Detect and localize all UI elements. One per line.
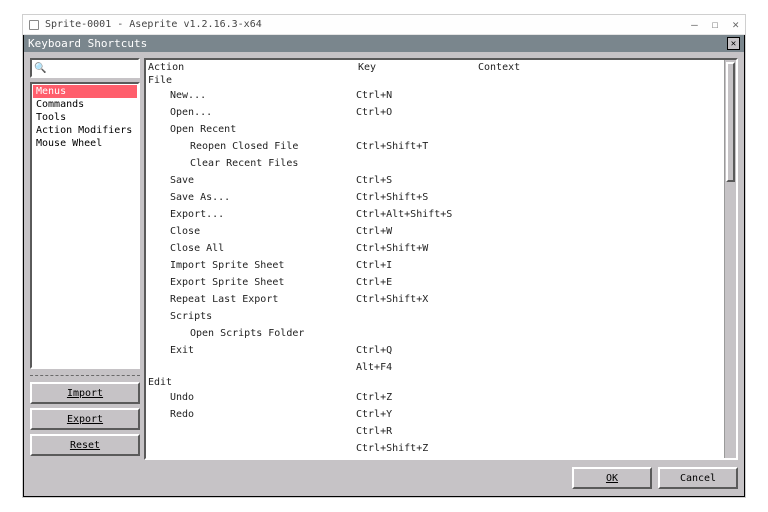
shortcut-row[interactable]: Scripts [146, 308, 724, 325]
import-button[interactable]: Import [30, 382, 140, 404]
app-body: Keyboard Shortcuts ✕ 🔍 MenusCommandsTool… [23, 35, 745, 497]
dialog-content: 🔍 MenusCommandsToolsAction ModifiersMous… [24, 52, 744, 496]
shortcut-row[interactable]: Export Sprite SheetCtrl+E [146, 274, 724, 291]
left-column: 🔍 MenusCommandsToolsAction ModifiersMous… [30, 58, 140, 460]
cancel-button[interactable]: Cancel [658, 467, 738, 489]
shortcut-row[interactable]: Ctrl+Shift+Z [146, 440, 724, 457]
shortcut-row[interactable]: SaveCtrl+S [146, 172, 724, 189]
right-column: Action Key Context FileNew...Ctrl+NOpen.… [144, 58, 738, 460]
os-close-button[interactable]: ✕ [732, 18, 739, 31]
shortcut-row[interactable]: Repeat Last ExportCtrl+Shift+X [146, 291, 724, 308]
shortcut-row[interactable]: Export...Ctrl+Alt+Shift+S [146, 206, 724, 223]
dialog-footer: OK Cancel [30, 460, 738, 490]
shortcut-row[interactable]: RedoCtrl+Y [146, 406, 724, 423]
shortcut-row[interactable]: Open...Ctrl+O [146, 104, 724, 121]
shortcut-row[interactable]: Reopen Closed FileCtrl+Shift+T [146, 138, 724, 155]
os-titlebar: Sprite-0001 - Aseprite v1.2.16.3-x64 — ☐… [23, 15, 745, 35]
dialog-title: Keyboard Shortcuts [28, 37, 147, 50]
close-icon: ✕ [731, 39, 736, 49]
shortcut-row[interactable]: UndoCtrl+Z [146, 389, 724, 406]
category-item[interactable]: Action Modifiers [33, 124, 137, 137]
scrollbar-thumb[interactable] [726, 62, 735, 182]
category-item[interactable]: Mouse Wheel [33, 137, 137, 150]
divider [30, 375, 140, 376]
col-context: Context [478, 62, 724, 73]
minimize-button[interactable]: — [691, 18, 698, 31]
ok-button[interactable]: OK [572, 467, 652, 489]
col-action: Action [148, 62, 358, 73]
category-item[interactable]: Tools [33, 111, 137, 124]
shortcut-row[interactable]: Save As...Ctrl+Shift+S [146, 189, 724, 206]
dialog-close-button[interactable]: ✕ [727, 37, 740, 50]
shortcut-grid: Action Key Context FileNew...Ctrl+NOpen.… [144, 58, 738, 460]
ok-label: OK [606, 473, 618, 484]
shortcut-row[interactable]: ExitCtrl+Q [146, 342, 724, 359]
export-button[interactable]: Export [30, 408, 140, 430]
shortcut-row[interactable]: Open Recent [146, 121, 724, 138]
category-item[interactable]: Commands [33, 98, 137, 111]
cancel-label: Cancel [680, 473, 716, 484]
col-key: Key [358, 62, 478, 73]
shortcut-row[interactable]: CloseCtrl+W [146, 223, 724, 240]
maximize-button[interactable]: ☐ [712, 18, 719, 31]
dialog-titlebar: Keyboard Shortcuts ✕ [24, 35, 744, 52]
shortcut-row[interactable]: Open Scripts Folder [146, 325, 724, 342]
app-window: Sprite-0001 - Aseprite v1.2.16.3-x64 — ☐… [22, 14, 746, 498]
search-icon: 🔍 [34, 63, 46, 74]
shortcut-row[interactable]: Clear Recent Files [146, 155, 724, 172]
grid-header: Action Key Context [146, 60, 724, 74]
category-item[interactable]: Menus [33, 85, 137, 98]
shortcut-row[interactable]: Ctrl+R [146, 423, 724, 440]
search-box[interactable]: 🔍 [30, 58, 140, 78]
shortcut-row[interactable]: Close AllCtrl+Shift+W [146, 240, 724, 257]
group-label: Edit [146, 376, 724, 389]
window-title: Sprite-0001 - Aseprite v1.2.16.3-x64 [45, 19, 262, 30]
app-icon [29, 20, 39, 30]
reset-button[interactable]: Reset [30, 434, 140, 456]
category-list[interactable]: MenusCommandsToolsAction ModifiersMouse … [30, 82, 140, 369]
shortcut-row[interactable]: New...Ctrl+N [146, 87, 724, 104]
group-label: File [146, 74, 724, 87]
shortcut-row[interactable]: Import Sprite SheetCtrl+I [146, 257, 724, 274]
shortcut-row[interactable]: Alt+F4 [146, 359, 724, 376]
scrollbar[interactable] [724, 60, 736, 458]
